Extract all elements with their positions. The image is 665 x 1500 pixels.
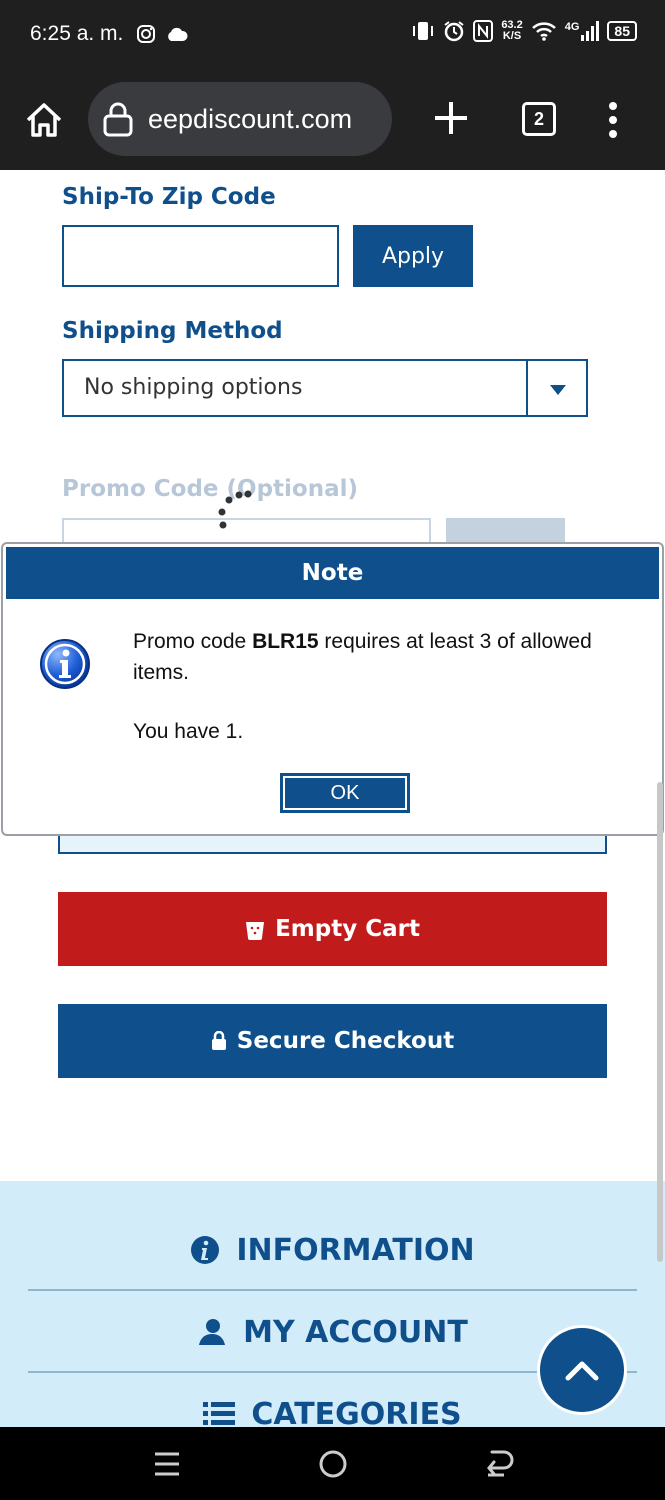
empty-cart-label: Empty Cart <box>275 916 420 942</box>
promo-code-label: Promo Code (Optional) <box>62 476 359 502</box>
footer-item-label: CATEGORIES <box>251 1396 462 1428</box>
hidden-panel-edge <box>58 836 607 854</box>
user-icon <box>199 1319 226 1345</box>
zip-code-input[interactable] <box>62 225 339 287</box>
scroll-to-top-button[interactable] <box>537 1325 627 1415</box>
address-bar[interactable]: eepdiscount.com <box>88 82 392 156</box>
system-navigation-bar <box>0 1427 665 1500</box>
loading-spinner-icon <box>218 490 252 529</box>
vibrate-icon <box>413 22 434 40</box>
tab-switcher-button[interactable]: 2 <box>522 102 556 136</box>
footer-item-information[interactable]: INFORMATION <box>28 1209 637 1291</box>
secure-checkout-label: Secure Checkout <box>236 1028 455 1054</box>
footer-item-label: INFORMATION <box>236 1232 475 1268</box>
lock-icon <box>103 102 133 137</box>
signal-icon: 4G <box>565 21 600 41</box>
chevron-down-icon[interactable] <box>526 361 586 415</box>
browser-toolbar: eepdiscount.com 2 <box>0 70 665 170</box>
info-circle-icon <box>191 1236 220 1264</box>
chevron-up-icon <box>565 1361 599 1381</box>
network-speed: 63.2 K/S <box>501 19 523 42</box>
network-type: 4G <box>564 21 580 33</box>
shipping-method-value: No shipping options <box>84 375 303 400</box>
apply-zip-button[interactable]: Apply <box>353 225 473 287</box>
dialog-message-count: You have 1. <box>133 720 244 743</box>
new-tab-icon[interactable] <box>432 98 470 138</box>
page-scrollbar[interactable] <box>657 782 663 1262</box>
zip-code-label: Ship-To Zip Code <box>62 184 276 210</box>
instagram-icon <box>137 25 155 43</box>
url-text: eepdiscount.com <box>148 103 353 134</box>
dialog-message: Promo code BLR15 requires at least 3 of … <box>133 630 592 684</box>
more-options-icon[interactable] <box>604 102 622 138</box>
trash-icon <box>246 922 265 940</box>
promo-code-value: BLR15 <box>252 630 319 653</box>
status-bar: 6:25 a. m. 63.2 K/S 4G 85 <box>0 0 665 70</box>
footer-item-label: MY ACCOUNT <box>243 1314 468 1350</box>
info-icon <box>40 639 90 689</box>
status-time: 6:25 a. m. <box>30 22 124 45</box>
battery-indicator: 85 <box>607 21 637 41</box>
list-icon <box>203 1402 236 1425</box>
empty-cart-button[interactable]: Empty Cart <box>58 892 607 966</box>
lock-icon <box>211 1031 226 1050</box>
note-dialog: Note Promo code BLR15 requires at least … <box>1 542 664 836</box>
secure-checkout-button[interactable]: Secure Checkout <box>58 1004 607 1078</box>
recent-apps-icon[interactable] <box>150 1447 184 1481</box>
home-nav-icon[interactable] <box>316 1447 350 1481</box>
shipping-method-select[interactable]: No shipping options <box>62 359 588 417</box>
home-icon[interactable] <box>24 100 64 140</box>
nfc-icon <box>473 20 494 42</box>
alarm-icon <box>444 21 464 42</box>
wifi-icon <box>531 22 556 41</box>
ok-button[interactable]: OK <box>280 773 410 813</box>
dialog-title: Note <box>6 547 659 599</box>
back-icon[interactable] <box>482 1447 516 1481</box>
cloud-icon <box>168 27 188 41</box>
shipping-method-label: Shipping Method <box>62 318 283 344</box>
